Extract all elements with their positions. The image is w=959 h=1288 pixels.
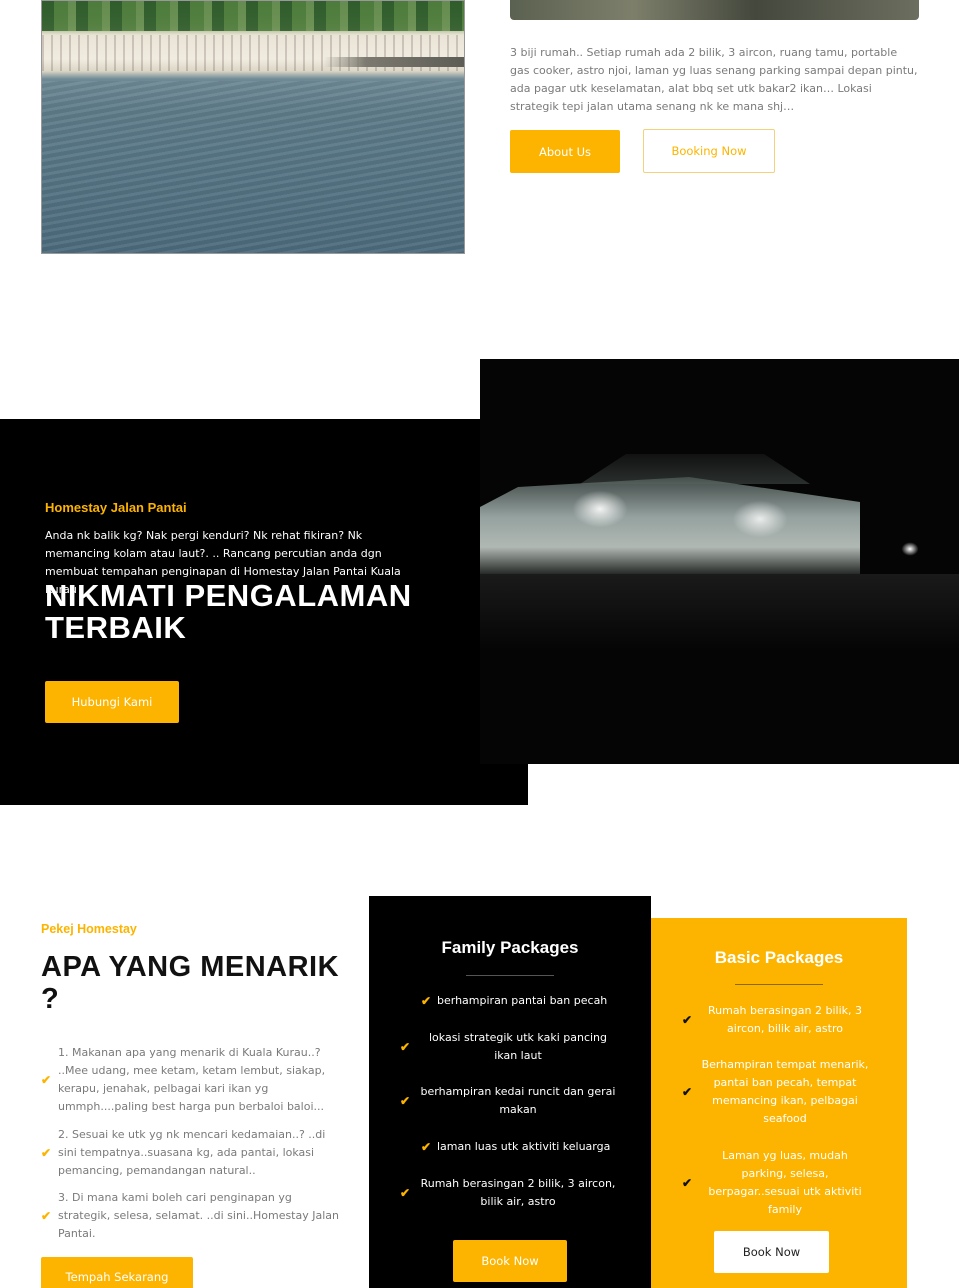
check-icon: ✔ — [400, 1186, 411, 1200]
family-packages-card: Family Packages ✔ berhampiran pantai ban… — [369, 896, 651, 1288]
night-house-photo — [480, 359, 959, 764]
intro-description: 3 biji rumah.. Setiap rumah ada 2 bilik,… — [510, 46, 918, 113]
contact-us-button[interactable]: Hubungi Kami — [45, 681, 179, 723]
check-icon: ✔ — [41, 1146, 52, 1160]
homestay-subtitle: Homestay Jalan Pantai — [45, 500, 187, 515]
booking-now-button[interactable]: Booking Now — [643, 129, 775, 173]
packages-subtitle: Pekej Homestay — [41, 922, 137, 936]
check-icon: ✔ — [421, 1140, 432, 1154]
check-icon: ✔ — [400, 1094, 411, 1108]
check-icon: ✔ — [400, 1040, 411, 1054]
list-item: ✔ 3. Di mana kami boleh cari penginapan … — [41, 1191, 339, 1240]
feature-item: ✔ Laman yg luas, mudah parking, selesa, … — [682, 1149, 862, 1216]
check-icon: ✔ — [682, 1013, 693, 1027]
beach-photo — [41, 0, 465, 254]
check-icon: ✔ — [421, 994, 432, 1008]
list-item: ✔ 1. Makanan apa yang menarik di Kuala K… — [41, 1046, 326, 1113]
about-us-button[interactable]: About Us — [510, 130, 620, 173]
check-icon: ✔ — [41, 1209, 52, 1223]
divider — [466, 975, 554, 976]
card-title: Basic Packages — [714, 948, 844, 967]
packages-title: APA YANG MENARIK ? — [41, 951, 340, 1015]
feature-item: ✔ berhampiran pantai ban pecah — [421, 994, 608, 1008]
feature-item: ✔ Rumah berasingan 2 bilik, 3 aircon, bi… — [400, 1177, 616, 1208]
feature-item: ✔ Rumah berasingan 2 bilik, 3 aircon, bi… — [682, 1004, 863, 1035]
check-icon: ✔ — [682, 1085, 693, 1099]
feature-item: ✔ Berhampiran tempat menarik, pantai ban… — [682, 1058, 869, 1125]
list-item: ✔ 2. Sesuai ke utk yg nk mencari kedamai… — [41, 1128, 326, 1177]
hero-title: NIKMATI PENGALAMAN TERBAIK — [45, 578, 412, 645]
family-book-now-button[interactable]: Book Now — [453, 1240, 567, 1282]
check-icon: ✔ — [41, 1073, 52, 1087]
card-title: Family Packages — [441, 938, 579, 957]
basic-book-now-button[interactable]: Book Now — [714, 1231, 829, 1273]
feature-item: ✔ berhampiran kedai runcit dan gerai mak… — [400, 1085, 616, 1116]
check-icon: ✔ — [682, 1176, 693, 1190]
basic-packages-card: Basic Packages ✔ Rumah berasingan 2 bili… — [651, 918, 907, 1288]
book-now-primary-button[interactable]: Tempah Sekarang — [41, 1257, 193, 1288]
divider — [735, 984, 823, 985]
feature-item: ✔ laman luas utk aktiviti keluarga — [421, 1140, 611, 1154]
feature-item: ✔ lokasi strategik utk kaki pancing ikan… — [400, 1031, 608, 1062]
homestay-photo — [510, 0, 919, 20]
